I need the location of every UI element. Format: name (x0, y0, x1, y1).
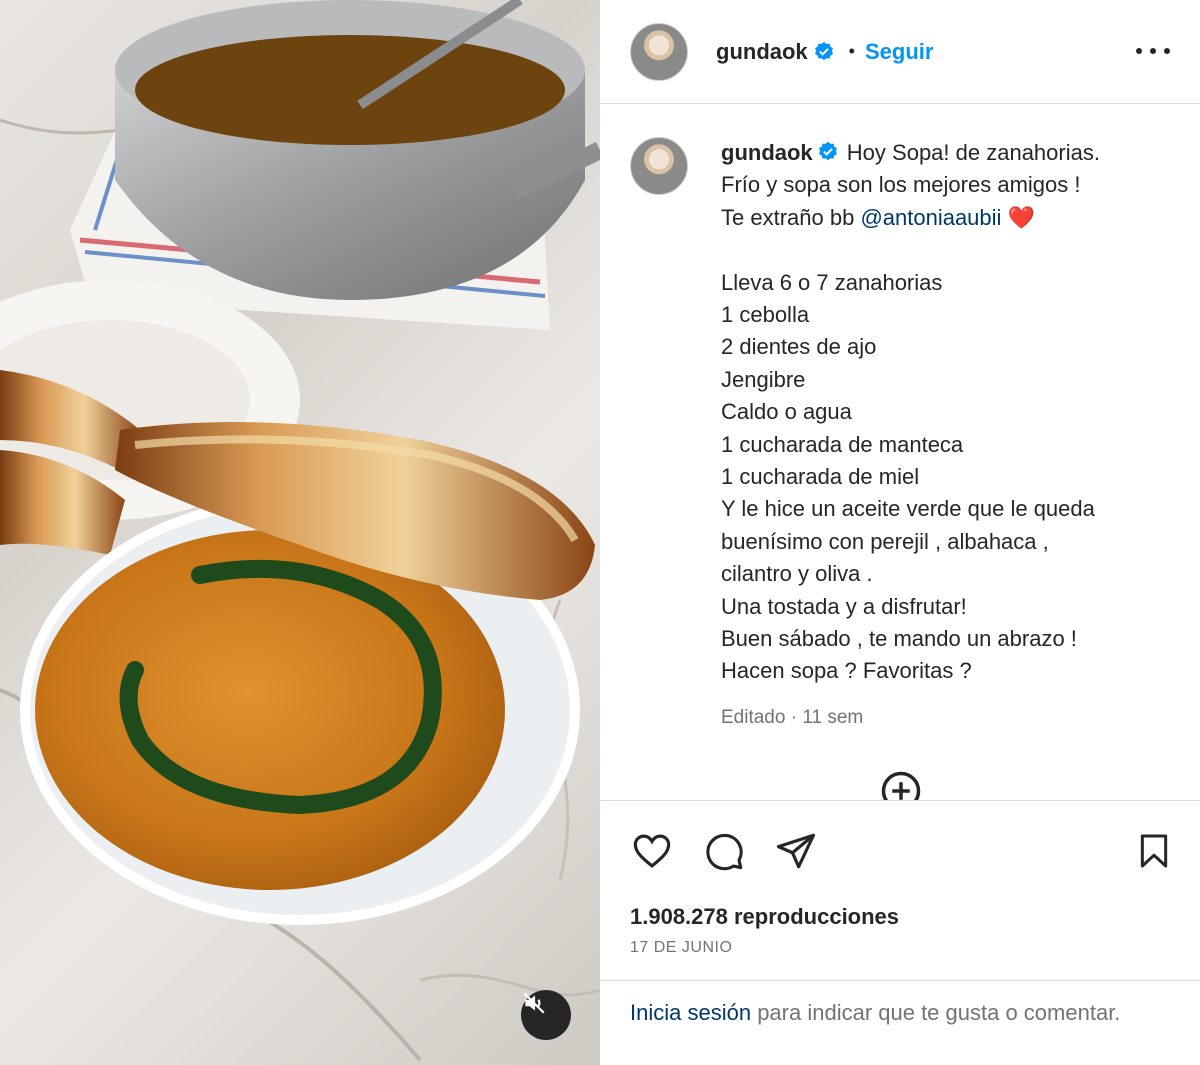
like-button[interactable] (630, 829, 674, 873)
separator-dot: • (848, 41, 855, 61)
caption-line: Hoy Sopa! de zanahorias. (846, 140, 1100, 165)
caption-line: 1 cucharada de miel (721, 464, 920, 490)
login-rest: para indicar que te gusta o comentar. (751, 1000, 1121, 1025)
post-meta: Editado · 11 sem (721, 706, 864, 728)
verified-badge-icon (814, 41, 833, 60)
login-prompt: Inicia sesión para indicar que te gusta … (600, 980, 1200, 1065)
follow-button[interactable]: Seguir (865, 39, 933, 65)
post-media[interactable] (0, 0, 600, 1065)
more-options-icon (1164, 48, 1170, 54)
caption: gundaok Hoy Sopa! de zanahorias. Frío y … (630, 137, 1161, 734)
actions-bar: 1.908.278 reproducciones 17 DE JUNIO (600, 800, 1200, 980)
comment-icon (706, 833, 743, 871)
caption-line: Jengibre (721, 366, 806, 392)
more-options-icon (1150, 48, 1156, 54)
save-button[interactable] (1132, 829, 1176, 873)
soup-photo (0, 0, 600, 1062)
post-header: gundaok • Seguir (600, 0, 1200, 104)
caption-line: cilantro y oliva . (721, 561, 873, 587)
avatar[interactable] (630, 22, 688, 81)
caption-line: buenísimo con perejil , albahaca , (721, 528, 1049, 554)
bookmark-icon (1140, 834, 1168, 868)
mute-button[interactable] (521, 990, 571, 1040)
paper-plane-icon (776, 833, 816, 869)
caption-line: Una tostada y a disfrutar! (721, 593, 967, 619)
more-options-icon (1136, 48, 1142, 54)
caption-line: Hacen sopa ? Favoritas ? (721, 658, 972, 684)
caption-line: 2 dientes de ajo (721, 334, 877, 360)
username-link[interactable]: gundaok (716, 39, 808, 65)
comment-button[interactable] (702, 829, 746, 873)
caption-line: 1 cucharada de manteca (721, 431, 964, 457)
post-sidebar: gundaok • Seguir gundaok Hoy Sopa! de za… (600, 0, 1200, 1065)
caption-line: Frío y sopa son los mejores amigos ! (721, 172, 1081, 198)
caption-line: Lleva 6 o 7 zanahorias (721, 269, 943, 295)
verified-badge-icon (818, 141, 837, 161)
caption-line: 1 cebolla (721, 302, 810, 328)
share-button[interactable] (774, 829, 818, 873)
caption-line: Buen sábado , te mando un abrazo ! (721, 626, 1077, 652)
caption-username[interactable]: gundaok (721, 140, 813, 165)
avatar[interactable] (630, 137, 688, 195)
more-options-button[interactable] (1136, 36, 1170, 66)
caption-line: Caldo o agua (721, 399, 852, 425)
mention-link[interactable]: @antoniaaubii (860, 205, 1001, 230)
caption-line: Te extraño bb (721, 204, 855, 230)
heart-icon (633, 834, 671, 868)
plus-circle-icon[interactable] (880, 770, 922, 800)
post-date[interactable]: 17 DE JUNIO (630, 939, 732, 957)
caption-line: Y le hice un aceite verde que le queda (721, 496, 1095, 522)
comments-section[interactable]: gundaok Hoy Sopa! de zanahorias. Frío y … (600, 104, 1200, 800)
heart-emoji: ❤️ (1007, 204, 1035, 230)
view-count[interactable]: 1.908.278 reproducciones (630, 904, 899, 930)
caption-text: gundaok Hoy Sopa! de zanahorias. Frío y … (721, 137, 1161, 734)
login-link[interactable]: Inicia sesión (630, 1000, 751, 1025)
login-text: Inicia sesión para indicar que te gusta … (630, 997, 1150, 1029)
speaker-muted-icon (523, 992, 545, 1014)
